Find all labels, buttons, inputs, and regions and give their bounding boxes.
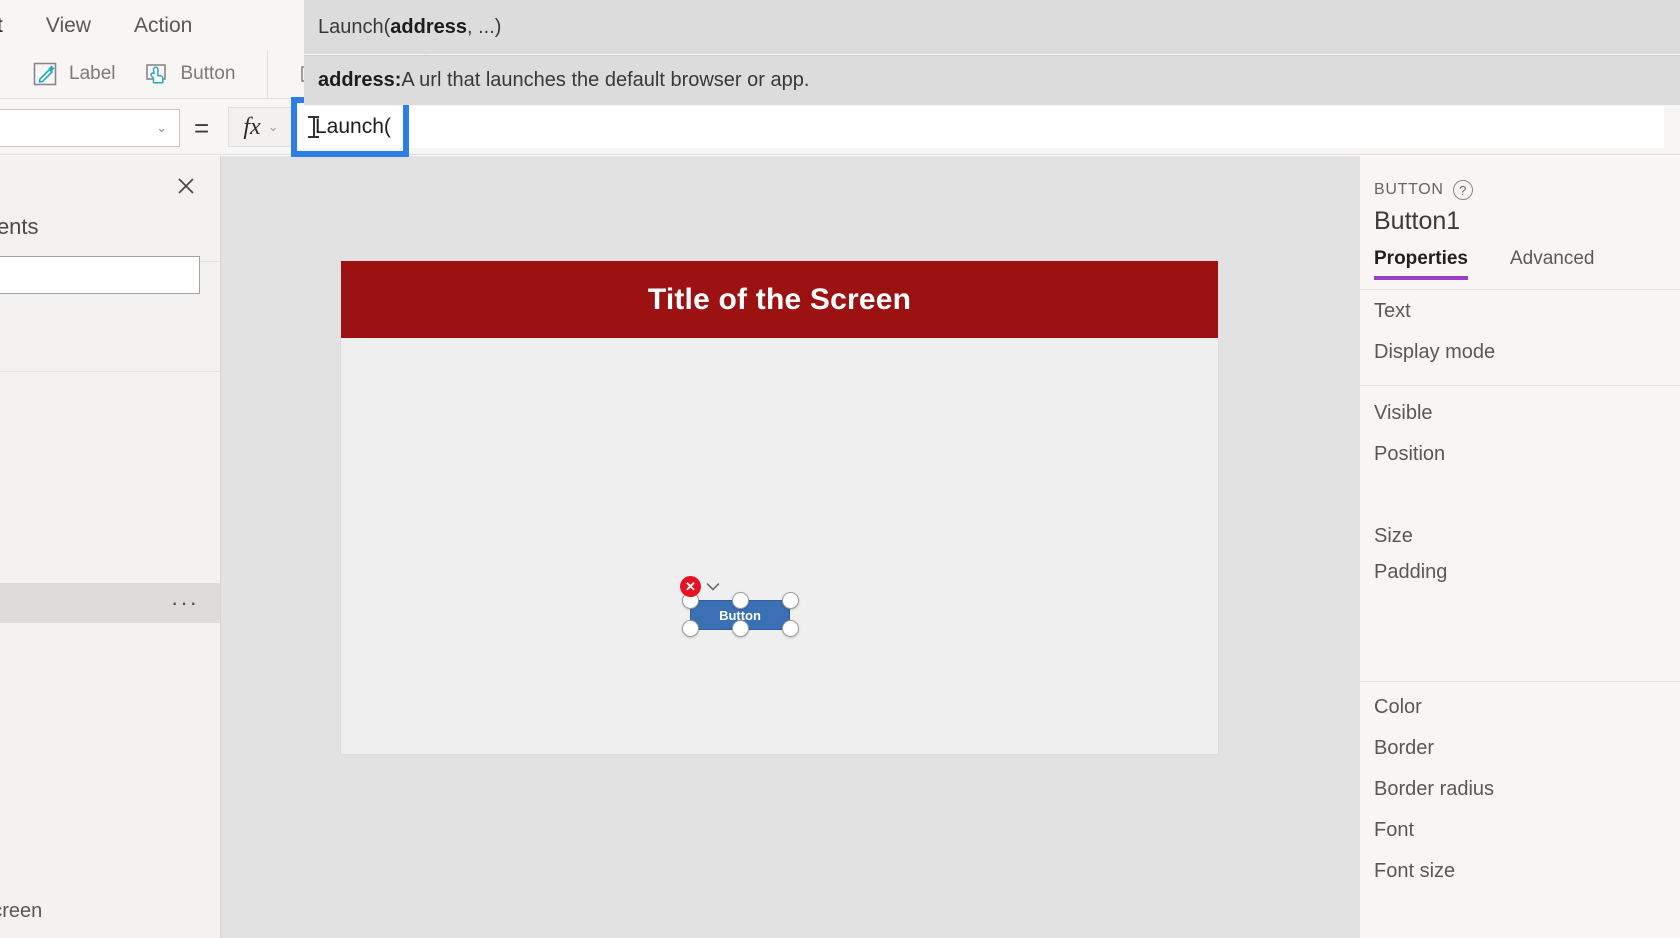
insert-button-button[interactable]: Button: [130, 54, 250, 94]
property-label: Display mode: [1374, 341, 1496, 363]
property-group-padding: Padding: [1360, 552, 1680, 593]
property-label: Border: [1374, 737, 1435, 759]
tab-label: Advanced: [1509, 248, 1595, 269]
search-input[interactable]: [0, 256, 200, 294]
left-tree-panel: nponents n en ··· le1 n n n nersScreen: [0, 156, 221, 938]
insert-label-button[interactable]: Label: [18, 54, 130, 94]
chevron-down-icon: ⌄: [267, 119, 279, 134]
screen-title-label: Title of the Screen: [647, 282, 912, 316]
menu-item-action[interactable]: Action: [134, 14, 192, 50]
list-item[interactable]: le1: [0, 670, 220, 710]
resize-handle-bottom-right[interactable]: [781, 619, 799, 637]
more-options-icon[interactable]: ···: [171, 592, 199, 614]
signature-prefix: Launch(: [318, 15, 391, 38]
list-item[interactable]: en: [0, 437, 220, 477]
property-label: Font size: [1374, 860, 1456, 882]
property-row-size[interactable]: Size: [1360, 516, 1680, 557]
menu-item-view[interactable]: View: [46, 14, 91, 50]
property-row-display-mode[interactable]: Display mode: [1360, 332, 1680, 373]
control-type-label: BUTTON: [1374, 181, 1444, 198]
property-group-layout: Visible Position Size: [1360, 393, 1680, 557]
property-row-position[interactable]: Position: [1360, 434, 1680, 475]
description-param: address:: [318, 69, 402, 91]
formula-focus-highlight: [291, 97, 409, 157]
property-row-text[interactable]: Text: [1360, 291, 1680, 332]
chevron-down-icon: ⌄: [156, 120, 167, 135]
list-item-selected[interactable]: ···: [0, 583, 220, 623]
property-row-font-size[interactable]: Font size: [1360, 851, 1680, 892]
screen-header-bar: Title of the Screen: [341, 261, 1218, 338]
close-icon[interactable]: [170, 170, 202, 202]
property-row-spacer: [1360, 475, 1680, 516]
list-item[interactable]: tion: [0, 933, 220, 938]
left-panel-title: nponents: [0, 214, 39, 239]
properties-tabs: Properties Advanced: [1360, 248, 1680, 290]
property-row-padding[interactable]: Padding: [1360, 552, 1680, 593]
property-dropdown[interactable]: ⌄: [0, 109, 180, 147]
menu-item-label: Action: [133, 14, 193, 37]
list-item[interactable]: n: [0, 712, 220, 752]
tab-label: Properties: [1374, 248, 1468, 269]
property-label: Position: [1374, 443, 1446, 465]
tab-properties[interactable]: Properties: [1374, 248, 1468, 280]
property-label: Text: [1374, 300, 1411, 322]
property-label: Color: [1374, 696, 1422, 718]
menu-item-label: View: [45, 14, 91, 37]
resize-handle-top-center[interactable]: [731, 591, 749, 609]
property-row-font[interactable]: Font: [1360, 810, 1680, 851]
powerapps-studio-window: rt View Action Label: [0, 0, 1680, 938]
list-item[interactable]: n: [0, 391, 220, 431]
chevron-down-icon[interactable]: [704, 578, 722, 596]
intellisense-description: address: A url that launches the default…: [304, 55, 1680, 105]
property-row-visible[interactable]: Visible: [1360, 393, 1680, 434]
button-cursor-icon: [144, 61, 170, 87]
signature-suffix: , ...): [467, 15, 502, 38]
control-type-row: BUTTON ?: [1374, 180, 1473, 200]
label-pencil-icon: [32, 61, 58, 87]
property-row-border[interactable]: Border: [1360, 728, 1680, 769]
fx-icon: fx: [243, 113, 261, 140]
property-row-border-radius[interactable]: Border radius: [1360, 769, 1680, 810]
list-item[interactable]: nersScreen: [0, 891, 220, 931]
list-item-label: nersScreen: [0, 899, 43, 922]
error-x-icon[interactable]: ✕: [680, 576, 701, 597]
fx-dropdown-button[interactable]: fx ⌄: [228, 107, 294, 147]
list-item[interactable]: n: [0, 846, 220, 886]
error-glyph: ✕: [685, 579, 696, 594]
formula-input[interactable]: Launch(: [299, 106, 1664, 148]
toolbar-group-controls: Label Button: [0, 49, 269, 99]
property-group-appearance: Color Border Border radius Font Font siz…: [1360, 687, 1680, 892]
selected-control-wrapper: ✕ Button: [680, 576, 800, 637]
menu-item-label: rt: [0, 14, 3, 37]
resize-handle-top-right[interactable]: [781, 591, 799, 609]
property-label: Size: [1374, 525, 1413, 547]
control-name-label: Button1: [1374, 207, 1461, 235]
help-icon[interactable]: ?: [1452, 180, 1473, 200]
property-label: Padding: [1374, 561, 1448, 583]
property-row-color[interactable]: Color: [1360, 687, 1680, 728]
property-group-basic: Text Display mode: [1360, 291, 1680, 373]
resize-handle-bottom-center[interactable]: [731, 619, 749, 637]
list-item[interactable]: n: [0, 754, 220, 794]
resize-handle-bottom-left[interactable]: [681, 619, 699, 637]
insert-button-text: Button: [180, 63, 236, 84]
divider: [1360, 385, 1680, 386]
property-label: Font: [1374, 819, 1415, 841]
properties-panel: BUTTON ? Button1 Properties Advanced Tex…: [1359, 156, 1680, 938]
description-text: A url that launches the default browser …: [401, 69, 810, 91]
menu-item-insert[interactable]: rt: [0, 14, 3, 50]
intellisense-signature: Launch(address, ...): [304, 0, 1680, 54]
property-label: Visible: [1374, 402, 1433, 424]
tab-advanced[interactable]: Advanced: [1510, 248, 1595, 280]
equals-sign: =: [194, 113, 210, 143]
intellisense-tooltip: Launch(address, ...) address: A url that…: [304, 0, 1680, 105]
divider: [1360, 681, 1680, 682]
app-screen-canvas[interactable]: Title of the Screen ✕ Button: [341, 261, 1218, 754]
signature-param: address: [390, 15, 467, 38]
property-label: Border radius: [1374, 778, 1495, 800]
insert-label-text: Label: [69, 63, 116, 84]
divider: [0, 371, 220, 372]
canvas-area[interactable]: Title of the Screen ✕ Button: [221, 156, 1359, 938]
